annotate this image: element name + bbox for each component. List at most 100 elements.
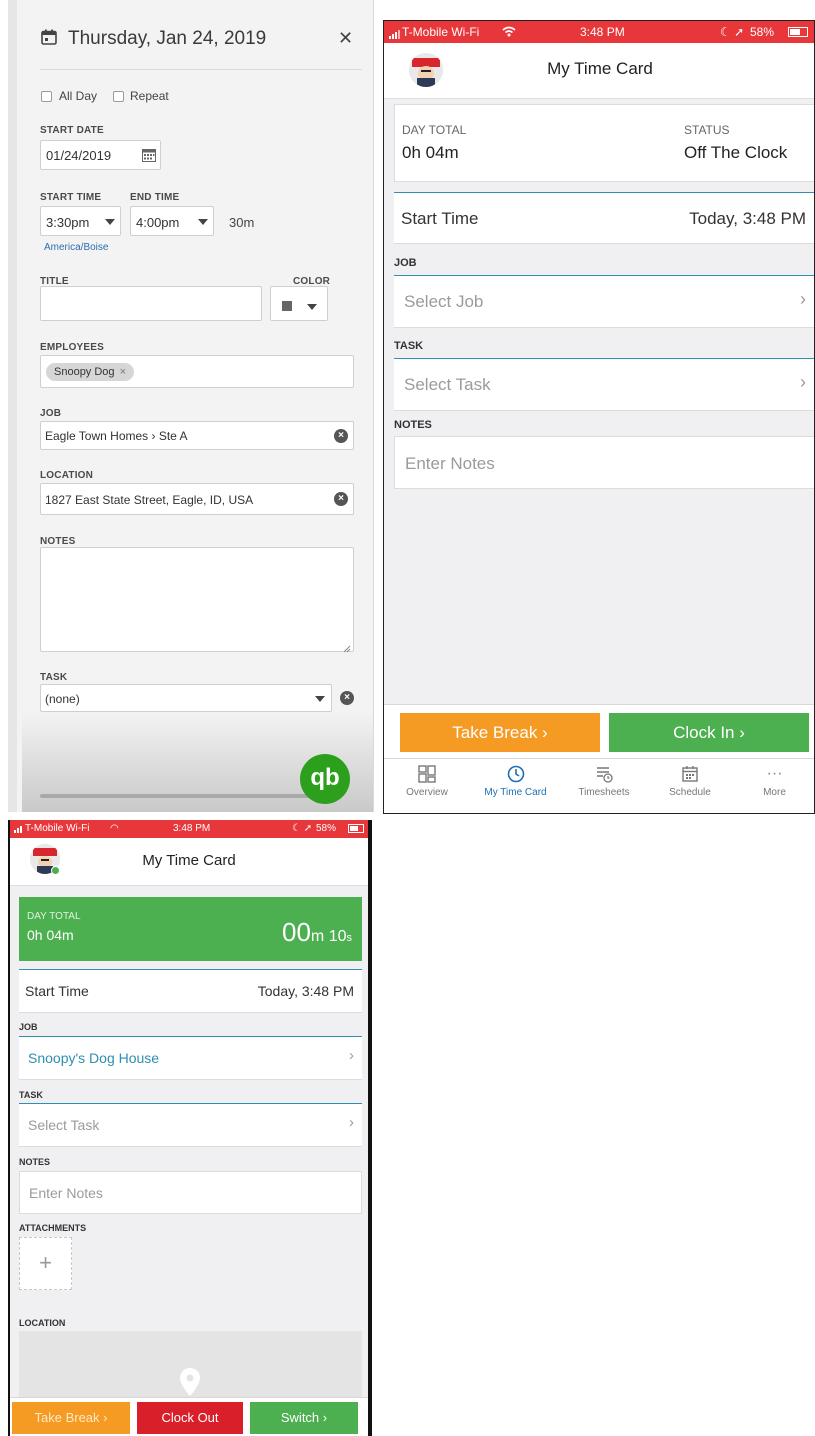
overview-icon — [384, 765, 470, 787]
title-input[interactable] — [40, 286, 262, 321]
shift-form: Thursday, Jan 24, 2019 ✕ All Day Repeat … — [22, 0, 373, 812]
schedule-icon — [647, 765, 733, 787]
color-select[interactable] — [270, 286, 328, 321]
clock-out-label: Clock Out — [161, 1410, 219, 1425]
start-time-row[interactable]: Start Time Today, 3:48 PM — [19, 969, 362, 1013]
attachments-section-label: ATTACHMENTS — [19, 1223, 87, 1233]
chevron-down-icon — [105, 219, 115, 225]
clear-task-icon[interactable]: × — [340, 691, 354, 705]
status-bar: T-Mobile Wi-Fi 3:48 PM ☾ ➚ 58% — [384, 21, 814, 43]
moon-location-icon: ☾ ➚ — [292, 823, 313, 834]
clear-location-icon[interactable]: × — [334, 492, 348, 506]
job-value: Snoopy's Dog House — [28, 1050, 160, 1066]
day-total-value: 0h 04m — [402, 143, 459, 162]
status-bar: T-Mobile Wi-Fi ◠ 3:48 PM ☾ ➚ 58% — [10, 820, 368, 838]
clock-in-button[interactable]: Clock In › — [609, 713, 809, 752]
select-task-row[interactable]: Select Task › — [19, 1103, 362, 1147]
chevron-right-icon: › — [349, 1047, 354, 1064]
carrier-text: T-Mobile Wi-Fi — [402, 25, 480, 39]
repeat-checkbox[interactable] — [113, 91, 124, 102]
timecard-on-panel: T-Mobile Wi-Fi ◠ 3:48 PM ☾ ➚ 58% My Time… — [8, 820, 372, 1436]
header-divider — [40, 69, 362, 70]
map-pin-icon — [179, 1367, 201, 1397]
end-time-select[interactable]: 4:00pm — [130, 206, 214, 236]
timer-seconds: 10 — [328, 928, 347, 945]
status-value: Off The Clock — [684, 143, 788, 162]
quickbooks-logo[interactable]: qb — [300, 754, 350, 804]
battery-text: 58% — [750, 25, 775, 39]
job-input[interactable]: Eagle Town Homes › Ste A × — [40, 421, 354, 450]
task-section-label: TASK — [394, 340, 424, 352]
moon-location-icon: ☾ ➚ — [720, 25, 745, 39]
tab-more[interactable]: ··· More — [733, 765, 814, 798]
clock-text: 3:48 PM — [580, 25, 625, 39]
timecard-off-panel: T-Mobile Wi-Fi 3:48 PM ☾ ➚ 58% My Time C… — [383, 20, 815, 814]
background-calendar-strip — [8, 0, 17, 812]
chip-remove-icon[interactable]: × — [120, 366, 126, 378]
schedule-editor-panel: Thursday, Jan 24, 2019 ✕ All Day Repeat … — [8, 0, 374, 812]
location-input[interactable]: 1827 East State Street, Eagle, ID, USA × — [40, 483, 354, 515]
select-job-row[interactable]: Select Job › — [394, 275, 814, 328]
start-time-row[interactable]: Start Time Today, 3:48 PM — [394, 192, 814, 244]
tab-bar: Overview My Time Card Timesheets Schedul… — [384, 758, 814, 813]
task-value: (none) — [45, 692, 80, 706]
running-timer-card: DAY TOTAL 0h 04m 00m 10s — [19, 897, 362, 961]
quickbooks-logo-text: qb — [310, 764, 340, 791]
action-bar: Take Break › Clock In › — [384, 704, 814, 758]
take-break-button[interactable]: Take Break › — [400, 713, 600, 752]
notes-textarea[interactable] — [40, 547, 354, 653]
notes-placeholder: Enter Notes — [405, 454, 495, 473]
add-attachment-button[interactable]: + — [19, 1237, 72, 1290]
location-value: 1827 East State Street, Eagle, ID, USA — [45, 493, 254, 507]
tab-schedule[interactable]: Schedule — [647, 765, 733, 798]
battery-icon — [348, 824, 364, 833]
tab-my-time-card[interactable]: My Time Card — [470, 765, 561, 798]
clock-out-button[interactable]: Clock Out — [137, 1402, 243, 1434]
select-task-placeholder: Select Task — [404, 375, 491, 394]
task-select[interactable]: (none) — [40, 684, 332, 712]
nav-bar: My Time Card — [10, 838, 368, 886]
wifi-icon: ◠ — [110, 823, 119, 834]
tab-schedule-label: Schedule — [669, 787, 711, 798]
repeat-label: Repeat — [130, 89, 169, 103]
start-date-label: START DATE — [40, 125, 104, 136]
color-swatch — [282, 301, 292, 311]
job-value: Eagle Town Homes › Ste A — [45, 429, 188, 443]
timezone-link[interactable]: America/Boise — [44, 242, 108, 253]
switch-button[interactable]: Switch › — [250, 1402, 358, 1434]
notes-input[interactable]: Enter Notes — [394, 436, 814, 489]
tab-my-time-card-label: My Time Card — [484, 787, 547, 798]
job-row[interactable]: Snoopy's Dog House › — [19, 1036, 362, 1080]
day-total-label: DAY TOTAL — [27, 911, 81, 922]
clock-text: 3:48 PM — [173, 823, 211, 834]
start-time-value: Today, 3:48 PM — [689, 209, 806, 228]
tab-timesheets[interactable]: Timesheets — [561, 765, 647, 798]
employees-input[interactable]: Snoopy Dog × — [40, 355, 354, 388]
horizontal-scrollbar[interactable] — [40, 794, 330, 798]
timesheets-icon — [561, 765, 647, 787]
running-timer: 00m 10s — [282, 917, 352, 948]
start-time-select[interactable]: 3:30pm — [40, 206, 121, 236]
resize-handle-icon[interactable] — [343, 641, 351, 653]
end-time-label: END TIME — [130, 192, 180, 203]
take-break-button[interactable]: Take Break › — [12, 1402, 130, 1434]
notes-input[interactable]: Enter Notes — [19, 1171, 362, 1214]
close-icon[interactable]: ✕ — [338, 28, 353, 49]
notes-label: NOTES — [40, 536, 76, 547]
switch-label: Switch › — [280, 1410, 328, 1425]
chevron-right-icon: › — [349, 1114, 354, 1131]
tab-overview[interactable]: Overview — [384, 765, 470, 798]
clear-job-icon[interactable]: × — [334, 429, 348, 443]
select-task-row[interactable]: Select Task › — [394, 358, 814, 411]
tab-overview-label: Overview — [406, 787, 448, 798]
tab-timesheets-label: Timesheets — [578, 787, 630, 798]
date-picker-icon[interactable] — [142, 148, 156, 162]
take-break-label: Take Break › — [452, 723, 548, 742]
chevron-down-icon — [307, 304, 317, 310]
plus-icon: + — [39, 1250, 52, 1275]
start-date-input[interactable]: 01/24/2019 — [40, 140, 161, 170]
notes-placeholder: Enter Notes — [29, 1185, 103, 1201]
all-day-checkbox[interactable] — [41, 91, 52, 102]
employees-label: EMPLOYEES — [40, 342, 105, 353]
location-map[interactable] — [19, 1331, 362, 1399]
